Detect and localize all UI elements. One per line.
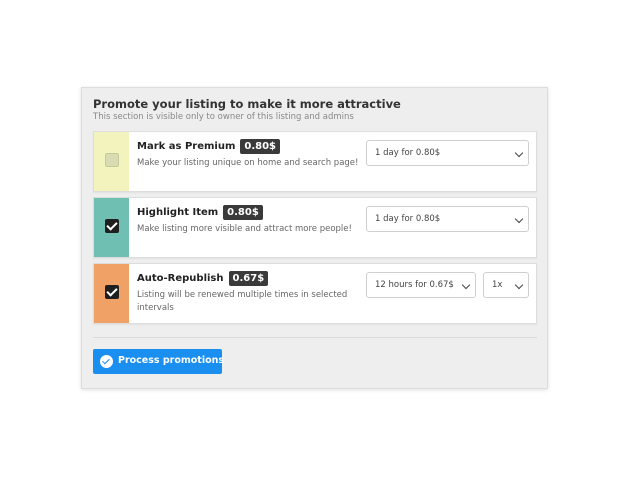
chevron-down-icon (514, 148, 524, 158)
color-strip[interactable] (94, 264, 129, 323)
panel-subtitle: This section is visible only to owner of… (93, 112, 354, 122)
chevron-down-icon (461, 280, 471, 290)
chevron-down-icon (514, 280, 524, 290)
repeat-value: 1x (492, 280, 503, 290)
process-promotions-button[interactable]: Process promotions (93, 349, 225, 374)
panel-title: Promote your listing to make it more att… (93, 97, 401, 111)
chevron-down-icon (514, 214, 524, 224)
item-name: Auto-Republish (137, 273, 224, 284)
price-badge: 0.67$ (228, 271, 269, 286)
price-badge: 0.80$ (223, 205, 263, 220)
check-circle-icon (100, 355, 113, 368)
republish-checkbox[interactable] (105, 285, 119, 299)
promotion-item-highlight: Highlight Item 0.80$ Make listing more vi… (93, 197, 537, 258)
price-badge: 0.80$ (240, 139, 281, 154)
duration-select[interactable]: 12 hours for 0.67$ (366, 272, 476, 298)
item-description: Listing will be renewed multiple times i… (137, 290, 348, 313)
item-name-line: Highlight Item 0.80$ (137, 205, 263, 220)
duration-value: 1 day for 0.80$ (375, 148, 441, 158)
item-description: Make your listing unique on home and sea… (137, 158, 359, 168)
duration-select[interactable]: 1 day for 0.80$ (366, 206, 529, 232)
item-name: Highlight Item (137, 207, 219, 218)
item-name-line: Auto-Republish 0.67$ (137, 271, 269, 286)
color-strip[interactable] (94, 132, 129, 191)
premium-checkbox[interactable] (105, 153, 119, 167)
duration-value: 1 day for 0.80$ (375, 214, 441, 224)
divider (93, 337, 537, 338)
promotion-item-republish: Auto-Republish 0.67$ Listing will be rene… (93, 263, 537, 324)
item-name-line: Mark as Premium 0.80$ (137, 139, 281, 154)
item-name: Mark as Premium (137, 141, 236, 152)
promotion-panel: Promote your listing to make it more att… (81, 87, 548, 389)
process-button-label: Process promotions (118, 355, 225, 366)
duration-select[interactable]: 1 day for 0.80$ (366, 140, 529, 166)
repeat-select[interactable]: 1x (483, 272, 529, 298)
promotion-item-premium: Mark as Premium 0.80$ Make your listing u… (93, 131, 537, 192)
highlight-checkbox[interactable] (105, 219, 119, 233)
duration-value: 12 hours for 0.67$ (375, 280, 454, 290)
color-strip[interactable] (94, 198, 129, 257)
item-description: Make listing more visible and attract mo… (137, 224, 352, 234)
